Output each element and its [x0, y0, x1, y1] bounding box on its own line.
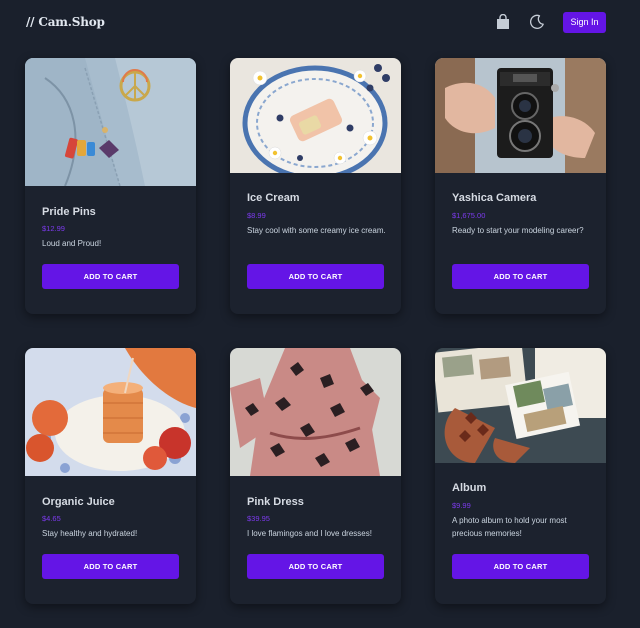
add-to-cart-button[interactable]: ADD TO CART	[42, 554, 179, 579]
product-card: Organic Juice $4.65 Stay healthy and hyd…	[25, 348, 196, 604]
header: // Cam.Shop Sign In	[0, 0, 640, 46]
product-price: $12.99	[42, 224, 65, 233]
product-price: $8.99	[247, 211, 266, 220]
product-image-pink-dress	[230, 348, 401, 476]
product-description: Ready to start your modeling career?	[452, 226, 584, 235]
product-name: Organic Juice	[42, 496, 115, 508]
product-card: Pride Pins $12.99 Loud and Proud! ADD TO…	[25, 58, 196, 314]
product-image-pride-pins	[25, 58, 196, 186]
product-name: Pink Dress	[247, 496, 304, 508]
product-image-organic-juice	[25, 348, 196, 476]
product-name: Album	[452, 482, 487, 494]
add-to-cart-button[interactable]: ADD TO CART	[247, 554, 384, 579]
product-description: I love flamingos and I love dresses!	[247, 529, 372, 538]
moon-icon[interactable]	[529, 14, 545, 30]
product-description: Stay cool with some creamy ice cream.	[247, 226, 386, 235]
product-name: Pride Pins	[42, 206, 96, 218]
product-price: $39.95	[247, 514, 270, 523]
add-to-cart-button[interactable]: ADD TO CART	[247, 264, 384, 289]
product-price: $9.99	[452, 501, 471, 510]
add-to-cart-button[interactable]: ADD TO CART	[42, 264, 179, 289]
product-card: Yashica Camera $1,675.00 Ready to start …	[435, 58, 606, 314]
product-card: Ice Cream $8.99 Stay cool with some crea…	[230, 58, 401, 314]
add-to-cart-button[interactable]: ADD TO CART	[452, 554, 589, 579]
product-image-ice-cream	[230, 58, 401, 173]
product-image-yashica-camera	[435, 58, 606, 173]
product-image-album	[435, 348, 606, 463]
product-description: A photo album to hold your most precious…	[452, 516, 567, 538]
product-price: $4.65	[42, 514, 61, 523]
product-price: $1,675.00	[452, 211, 486, 220]
product-name: Yashica Camera	[452, 192, 537, 204]
product-description: Loud and Proud!	[42, 239, 102, 248]
site-logo[interactable]: // Cam.Shop	[26, 15, 105, 29]
product-description: Stay healthy and hydrated!	[42, 529, 138, 538]
add-to-cart-button[interactable]: ADD TO CART	[452, 264, 589, 289]
sign-in-button[interactable]: Sign In	[563, 12, 606, 33]
product-card: Pink Dress $39.95 I love flamingos and I…	[230, 348, 401, 604]
shopping-bag-icon[interactable]	[496, 14, 510, 30]
product-name: Ice Cream	[247, 192, 300, 204]
product-card: Album $9.99 A photo album to hold your m…	[435, 348, 606, 604]
